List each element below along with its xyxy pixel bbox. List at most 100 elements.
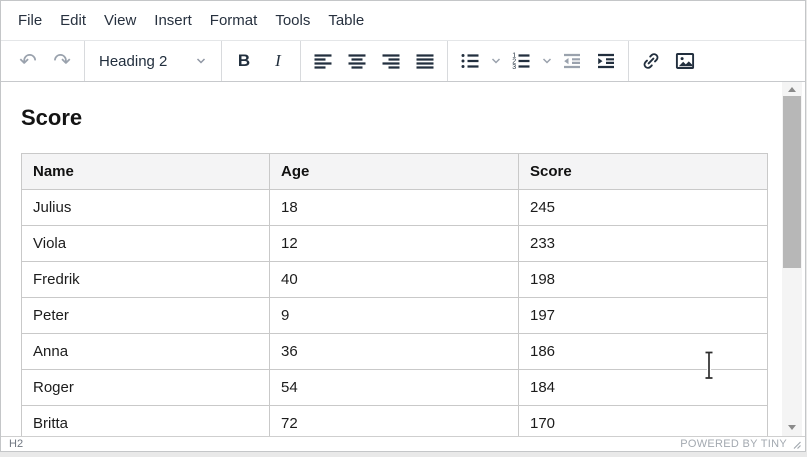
bullet-list-icon	[458, 49, 482, 73]
align-center-icon	[345, 49, 369, 73]
menu-table[interactable]: Table	[319, 6, 373, 35]
table-row: Viola 12 233	[22, 226, 768, 262]
italic-button[interactable]: I	[261, 44, 295, 78]
table-cell[interactable]: 54	[270, 370, 519, 406]
toolbar-group-fontstyle: B I	[222, 41, 301, 81]
link-icon	[639, 49, 663, 73]
toolbar: ↶ ↷ Heading 2 B I	[1, 41, 805, 82]
scrollbar-down-icon	[788, 425, 796, 430]
column-header[interactable]: Age	[270, 154, 519, 190]
block-format-select[interactable]: Heading 2	[90, 44, 216, 78]
outdent-icon	[560, 49, 584, 73]
svg-text:3: 3	[512, 64, 516, 71]
align-left-icon	[311, 49, 335, 73]
table-cell[interactable]: 233	[519, 226, 768, 262]
table-cell[interactable]: Peter	[22, 298, 270, 334]
editable-area[interactable]: Score Name Age Score Julius 18 245	[1, 82, 805, 436]
block-format-value: Heading 2	[99, 53, 167, 70]
statusbar: H2 POWERED BY TINY	[1, 436, 805, 451]
scroll-down-button[interactable]	[782, 420, 802, 435]
numbered-list-icon: 1 2 3	[509, 49, 533, 73]
chevron-down-icon	[490, 55, 502, 67]
numbered-list-menu-button[interactable]	[538, 44, 555, 78]
menu-view[interactable]: View	[95, 6, 145, 35]
table-cell[interactable]: Britta	[22, 406, 270, 437]
table-row: Julius 18 245	[22, 190, 768, 226]
table-row: Peter 9 197	[22, 298, 768, 334]
numbered-list-button[interactable]: 1 2 3	[504, 44, 538, 78]
image-button[interactable]	[668, 44, 702, 78]
element-path[interactable]: H2	[9, 438, 23, 451]
chevron-down-icon	[541, 55, 553, 67]
table-cell[interactable]: 9	[270, 298, 519, 334]
redo-button[interactable]: ↷	[45, 44, 79, 78]
menu-insert[interactable]: Insert	[145, 6, 201, 35]
scrollbar-up-icon	[788, 87, 796, 92]
table-cell[interactable]: 170	[519, 406, 768, 437]
justify-icon	[413, 49, 437, 73]
menubar: File Edit View Insert Format Tools Table	[1, 1, 805, 41]
branding-label: POWERED BY TINY	[680, 438, 787, 451]
undo-button[interactable]: ↶	[11, 44, 45, 78]
scrollbar-thumb[interactable]	[783, 96, 801, 268]
table-cell[interactable]: 197	[519, 298, 768, 334]
menu-tools[interactable]: Tools	[266, 6, 319, 35]
align-center-button[interactable]	[340, 44, 374, 78]
table-cell[interactable]: Julius	[22, 190, 270, 226]
toolbar-group-styles: Heading 2	[85, 41, 222, 81]
indent-icon	[594, 49, 618, 73]
page: { "menubar": { "items": ["File", "Edit",…	[0, 0, 807, 457]
table-cell[interactable]: Viola	[22, 226, 270, 262]
table-header-row: Name Age Score	[22, 154, 768, 190]
toolbar-group-history: ↶ ↷	[6, 41, 85, 81]
scroll-up-button[interactable]	[782, 82, 802, 97]
column-header[interactable]: Name	[22, 154, 270, 190]
table-row: Fredrik 40 198	[22, 262, 768, 298]
menu-edit[interactable]: Edit	[51, 6, 95, 35]
table-cell[interactable]: 12	[270, 226, 519, 262]
align-left-button[interactable]	[306, 44, 340, 78]
bold-button[interactable]: B	[227, 44, 261, 78]
table-cell[interactable]: Fredrik	[22, 262, 270, 298]
vertical-scrollbar[interactable]	[782, 82, 802, 436]
bullet-list-menu-button[interactable]	[487, 44, 504, 78]
indent-button[interactable]	[589, 44, 623, 78]
table-row: Anna 36 186	[22, 334, 768, 370]
table-cell[interactable]: 245	[519, 190, 768, 226]
redo-icon: ↷	[53, 51, 71, 72]
menu-file[interactable]: File	[9, 6, 51, 35]
table-cell[interactable]: 40	[270, 262, 519, 298]
table-cell[interactable]: 36	[270, 334, 519, 370]
table-row: Britta 72 170	[22, 406, 768, 437]
document-body: Score Name Age Score Julius 18 245	[1, 82, 805, 436]
bold-icon: B	[238, 51, 250, 71]
document-heading[interactable]: Score	[21, 104, 765, 131]
table-cell[interactable]: Roger	[22, 370, 270, 406]
table-cell[interactable]: 186	[519, 334, 768, 370]
table-row: Roger 54 184	[22, 370, 768, 406]
align-right-button[interactable]	[374, 44, 408, 78]
branding[interactable]: POWERED BY TINY	[680, 438, 801, 451]
text-cursor-icon	[702, 350, 716, 386]
justify-button[interactable]	[408, 44, 442, 78]
editor-window: File Edit View Insert Format Tools Table…	[0, 0, 806, 452]
data-table: Name Age Score Julius 18 245 Viola 12 23…	[21, 153, 768, 436]
italic-icon: I	[275, 51, 281, 71]
resize-grip-icon[interactable]	[791, 439, 801, 449]
undo-icon: ↶	[19, 51, 37, 72]
outdent-button[interactable]	[555, 44, 589, 78]
column-header[interactable]: Score	[519, 154, 768, 190]
toolbar-group-align	[301, 41, 448, 81]
chevron-down-icon	[195, 55, 207, 67]
bullet-list-button[interactable]	[453, 44, 487, 78]
menu-format[interactable]: Format	[201, 6, 267, 35]
toolbar-group-insert	[629, 41, 707, 81]
table-cell[interactable]: Anna	[22, 334, 270, 370]
table-cell[interactable]: 198	[519, 262, 768, 298]
table-cell[interactable]: 184	[519, 370, 768, 406]
table-cell[interactable]: 18	[270, 190, 519, 226]
toolbar-group-lists: 1 2 3	[448, 41, 629, 81]
table-cell[interactable]: 72	[270, 406, 519, 437]
link-button[interactable]	[634, 44, 668, 78]
align-right-icon	[379, 49, 403, 73]
